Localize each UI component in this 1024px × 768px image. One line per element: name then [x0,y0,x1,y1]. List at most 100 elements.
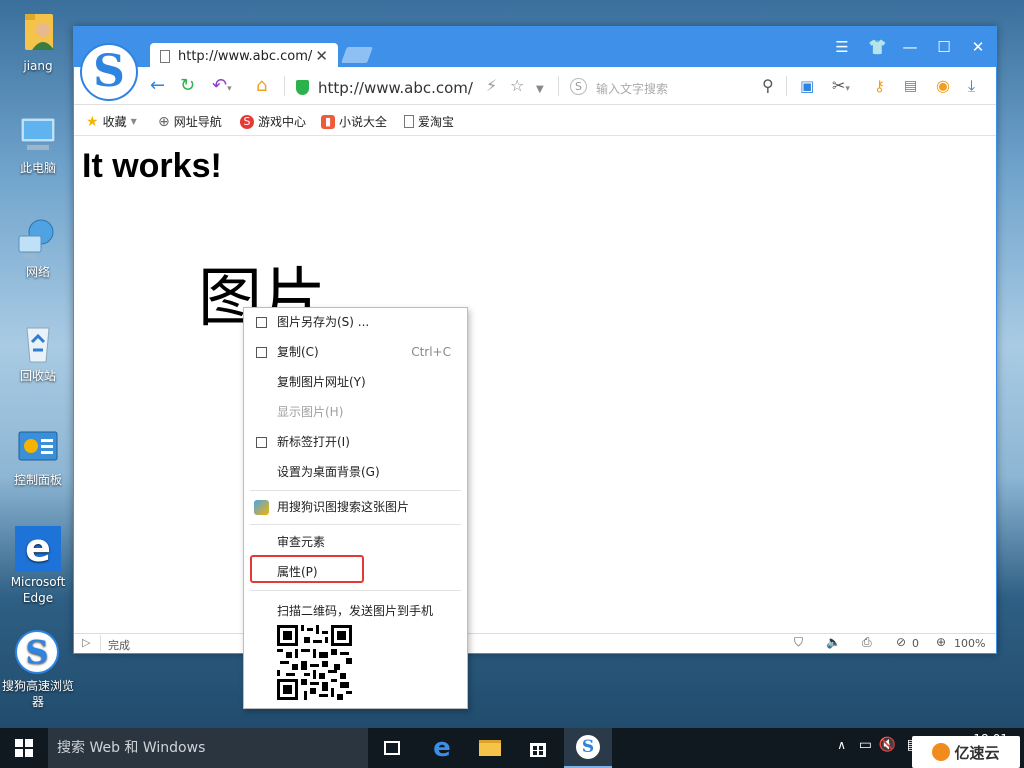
menu-item-send-to-phone[interactable]: 扫描二维码，发送图片到手机 [244,597,467,625]
favorite-star-icon[interactable]: ☆ [510,75,524,97]
desktop-icon-sogou-browser[interactable]: S 搜狗高速浏览器 [2,630,74,710]
tab-active[interactable]: http://www.abc.com/ ✕ [150,43,338,69]
accelerate-icon[interactable]: ⚡ [486,75,497,97]
maximize-button[interactable]: ☐ [936,38,952,56]
page-icon [160,50,170,63]
desktop-icon-label: 回收站 [19,369,56,383]
scissors-icon[interactable]: ✂▾ [832,75,850,100]
desktop-icon-label: 此电脑 [19,161,56,175]
adblock-icon[interactable]: ⊘ [896,635,906,649]
desktop-icon-label: 控制面板 [13,473,62,487]
translate-tool-icon[interactable]: ▤ [904,75,917,97]
menu-icon[interactable]: ☰ [834,38,850,56]
network-icon [15,216,61,262]
menu-item-sogou-image-search[interactable]: 用搜狗识图搜索这张图片 [244,493,467,521]
menu-item-set-as-wallpaper[interactable]: 设置为桌面背景(G) [244,458,467,486]
page-content: It works! 图片 [74,137,996,633]
status-bar: ▷ 完成 ⛉ 🔈 ⎙ ⊘ 0 ⊕ 100% [74,633,996,653]
sogou-logo: S [80,43,138,101]
sogou-browser-icon: S [15,630,61,676]
refresh-icon[interactable]: ↻ [180,75,195,97]
menu-item-copy-image-url[interactable]: 复制图片网址(Y) [244,368,467,396]
taskbar-sogou-browser[interactable]: S [564,728,612,768]
menu-item-open-in-new-tab[interactable]: 新标签打开(I) [244,428,467,456]
folder-icon [479,740,501,756]
context-menu: 图片另存为(S) ... 复制(C) Ctrl+C 复制图片网址(Y) 显示图片… [243,307,468,709]
recycle-bin-icon [15,320,61,366]
new-tab-button[interactable] [341,47,373,63]
screenshot-icon[interactable]: ⎙ [862,635,872,650]
bookmark-games[interactable]: S 游戏中心 [240,113,306,130]
zoom-icon[interactable]: ⊕ [936,635,946,649]
zoom-level[interactable]: 100% [954,637,985,650]
tab-title: http://www.abc.com/ [178,49,313,64]
bookmark-novels[interactable]: ▮ 小说大全 [321,113,387,130]
menu-shortcut: Ctrl+C [411,345,451,359]
taskbar-file-explorer[interactable] [466,728,514,768]
key-icon[interactable]: ⚷ [874,75,885,97]
address-bar[interactable]: http://www.abc.com/ [318,79,473,97]
menu-item-copy[interactable]: 复制(C) Ctrl+C [244,338,467,366]
chevron-down-icon: ▼ [130,117,137,126]
search-icon[interactable]: ⚲ [762,75,774,97]
sidebar-toggle-icon[interactable]: ▷ [82,636,90,649]
sound-icon[interactable]: 🔈 [826,635,841,649]
security-icon[interactable]: ⛉ [794,635,803,650]
volume-muted-icon[interactable]: 🔇 [879,737,896,753]
home-icon[interactable]: ⌂ [256,75,267,97]
show-hidden-icons-icon[interactable]: ∧ [837,738,846,752]
taskbar-search-input[interactable]: 搜索 Web 和 Windows [48,728,368,768]
translate-icon[interactable]: ▣ [800,75,814,97]
title-bar: http://www.abc.com/ ✕ ☰ 👕 — ☐ ✕ [74,27,996,69]
sogou-browser-icon: S [576,735,600,759]
desktop-icon-network[interactable]: 网络 [2,216,74,280]
page-heading: It works! [82,147,222,185]
computer-icon [15,112,61,158]
novel-icon: ▮ [321,114,335,129]
minimize-button[interactable]: — [902,38,918,56]
undo-close-icon[interactable]: ↶▾ [212,75,232,100]
highlight-box [250,555,364,583]
tab-close-button[interactable]: ✕ [315,47,328,65]
more-icon[interactable]: ◉ [936,75,950,97]
skin-icon[interactable]: 👕 [868,38,887,56]
menu-item-save-image-as[interactable]: 图片另存为(S) ... [244,308,467,336]
qr-code [277,625,352,700]
copy-icon [256,347,267,358]
search-engine-icon[interactable]: S [570,78,587,95]
adblock-count: 0 [912,637,919,650]
desktop-icon-recycle-bin[interactable]: 回收站 [2,320,74,384]
bookmark-favorites[interactable]: ★ 收藏 ▼ [86,113,137,130]
task-view-button[interactable] [368,728,416,768]
close-button[interactable]: ✕ [970,38,986,56]
edge-icon: e [433,733,451,763]
network-tray-icon[interactable]: ▭ [859,737,872,753]
menu-item-show-image: 显示图片(H) [277,405,344,419]
bookmark-nav[interactable]: ⊕ 网址导航 [158,113,222,130]
desktop-icon-edge[interactable]: e Microsoft Edge [2,526,74,606]
bookmark-taobao[interactable]: 爱淘宝 [404,113,454,130]
windows-icon [15,739,33,757]
taskbar-store[interactable] [514,728,562,768]
watermark: 亿速云 [912,736,1020,768]
task-view-icon [384,741,400,755]
back-icon[interactable]: ← [150,75,165,97]
desktop-icon-user-folder[interactable]: jiang [2,10,74,74]
page-icon [404,115,414,128]
download-icon[interactable]: ⤓ [968,75,975,97]
bookmarks-bar: ★ 收藏 ▼ ⊕ 网址导航 S 游戏中心 ▮ 小说大全 爱淘宝 [74,106,996,136]
desktop-icon-this-pc[interactable]: 此电脑 [2,112,74,176]
browser-window: http://www.abc.com/ ✕ ☰ 👕 — ☐ ✕ S ← ↻ ↶▾… [73,26,997,654]
watermark-logo-icon [932,743,951,761]
desktop-icon-label: 搜狗高速浏览器 [2,679,75,709]
menu-item-inspect-element[interactable]: 审查元素 [244,528,467,556]
taskbar-edge[interactable]: e [418,728,466,768]
address-dropdown-icon[interactable]: ▼ [536,79,544,101]
start-button[interactable] [0,728,48,768]
navigation-toolbar: ← ↻ ↶▾ ⌂ http://www.abc.com/ ⚡ ☆ ▼ S 输入文… [74,67,996,105]
desktop-icon-control-panel[interactable]: 控制面板 [2,424,74,488]
star-icon: ★ [86,113,99,130]
desktop-icon-label: jiang [23,59,53,73]
globe-icon: ⊕ [158,113,170,130]
search-input[interactable]: 输入文字搜索 [596,80,668,97]
